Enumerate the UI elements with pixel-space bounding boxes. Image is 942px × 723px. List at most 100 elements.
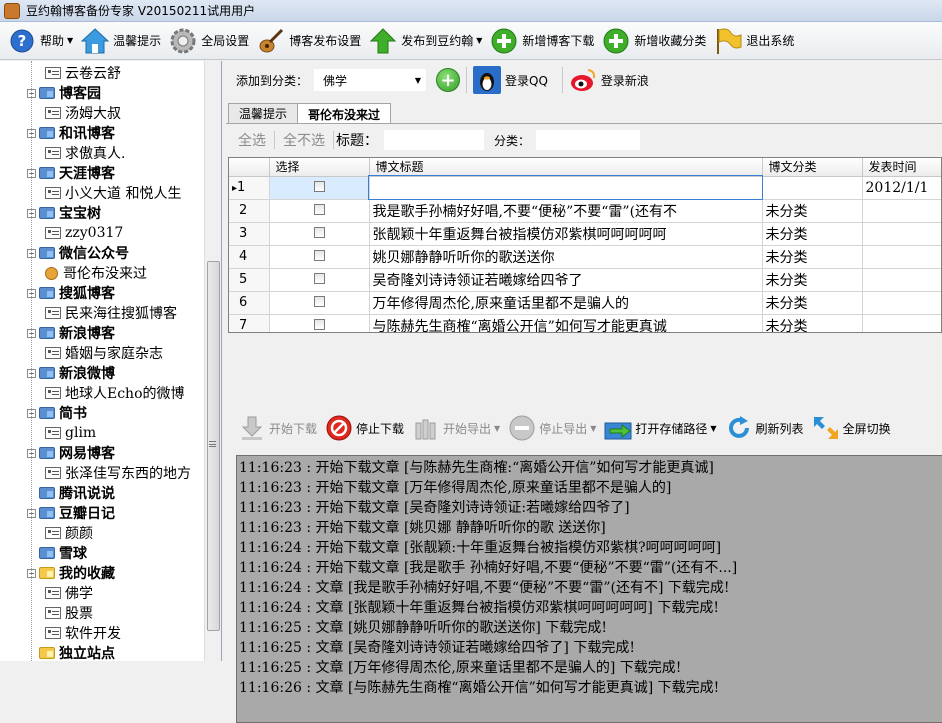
row-select-checkbox[interactable] <box>269 245 370 269</box>
checkbox[interactable] <box>313 180 325 192</box>
row-select-checkbox[interactable] <box>269 314 370 332</box>
article-date-cell[interactable] <box>862 245 941 269</box>
tree-folder[interactable]: − 简书 <box>27 403 87 423</box>
column-header-title[interactable]: 博文标题 <box>369 158 763 177</box>
start-download-button[interactable]: 开始下载 <box>238 414 317 442</box>
table-row[interactable]: ▸1 2012/1/1 <box>229 175 941 200</box>
row-number[interactable]: ▸1 <box>229 176 270 200</box>
article-date-cell[interactable] <box>862 291 941 315</box>
row-select-checkbox[interactable] <box>269 199 370 223</box>
row-select-checkbox[interactable] <box>269 291 370 315</box>
article-date-cell[interactable] <box>862 222 941 246</box>
add-favorite-category-button[interactable]: 新增收藏分类 <box>602 24 706 58</box>
row-number[interactable]: 7 <box>229 314 270 332</box>
qq-login-button[interactable]: 登录QQ <box>473 63 548 97</box>
article-category-cell[interactable] <box>762 176 863 200</box>
tree-folder[interactable]: − 新浪博客 <box>27 323 115 343</box>
tree-folder[interactable]: −雪球 <box>27 543 87 563</box>
article-date-cell[interactable] <box>862 314 941 332</box>
checkbox[interactable] <box>313 295 325 307</box>
article-date-cell[interactable] <box>862 268 941 292</box>
row-select-checkbox[interactable] <box>269 222 370 246</box>
blog-tree-sidebar[interactable]: 云卷云舒 − 博客园 汤姆大叔 − 和讯博客 求傲真人. − 天涯博客 小义大道 和悦人生 − 宝宝树… <box>0 61 222 661</box>
checkbox[interactable] <box>313 318 325 330</box>
tab-columbus[interactable]: 哥伦布没来过 <box>297 103 392 124</box>
article-date-cell[interactable] <box>862 199 941 223</box>
tips-button[interactable]: 温馨提示 <box>81 24 161 58</box>
table-row[interactable]: 3 张靓颖十年重返舞台被指模仿邓紫棋呵呵呵呵呵 未分类 <box>229 222 941 246</box>
tree-leaf[interactable]: 汤姆大叔 <box>45 103 121 123</box>
tree-folder[interactable]: − 搜狐博客 <box>27 283 115 303</box>
article-category-cell[interactable]: 未分类 <box>762 199 863 223</box>
table-row[interactable]: 5 吴奇隆刘诗诗领证若曦嫁给四爷了 未分类 <box>229 268 941 292</box>
refresh-list-button[interactable]: 刷新列表 <box>725 414 804 442</box>
open-storage-path-button[interactable]: 打开存储路径 ▼ <box>604 414 717 442</box>
tree-folder[interactable]: − 天涯博客 <box>27 163 115 183</box>
row-select-checkbox[interactable] <box>269 268 370 292</box>
tree-folder[interactable]: − 网易博客 <box>27 443 115 463</box>
tree-leaf[interactable]: 民来海往搜狐博客 <box>45 303 177 323</box>
tree-leaf[interactable]: 佛学 <box>45 583 93 603</box>
article-date-cell[interactable]: 2012/1/1 <box>862 176 941 200</box>
tree-leaf[interactable]: 股票 <box>45 603 93 623</box>
row-number[interactable]: 4 <box>229 245 270 269</box>
exit-button[interactable]: 退出系统 <box>714 24 794 58</box>
article-category-cell[interactable]: 未分类 <box>762 222 863 246</box>
row-number[interactable]: 2 <box>229 199 270 223</box>
row-select-checkbox[interactable] <box>269 176 370 200</box>
stop-export-button[interactable]: 停止导出 ▼ <box>508 414 596 442</box>
help-button[interactable]: ? 帮助 ▼ <box>8 24 73 58</box>
table-row[interactable]: 7 与陈赫先生商榷“离婚公开信”如何写才能更真诚 未分类 <box>229 314 941 332</box>
tree-leaf[interactable]: 哥伦布没来过 <box>45 263 147 283</box>
category-filter-input[interactable] <box>536 130 641 150</box>
tree-folder[interactable]: − 我的收藏 <box>27 563 115 583</box>
tree-folder[interactable]: − 豆瓣日记 <box>27 503 115 523</box>
table-row[interactable]: 2 我是歌手孙楠好好唱,不要“便秘”不要“雷”(还有不 未分类 <box>229 199 941 223</box>
tree-leaf[interactable]: 小义大道 和悦人生 <box>45 183 181 203</box>
column-header-category[interactable]: 博文分类 <box>762 158 863 177</box>
checkbox[interactable] <box>313 272 325 284</box>
tree-folder[interactable]: − 宝宝树 <box>27 203 101 223</box>
category-select[interactable]: 佛学 ▼ <box>314 69 427 91</box>
tab-tips[interactable]: 温馨提示 <box>228 103 299 123</box>
tree-folder[interactable]: −腾讯说说 <box>27 483 115 503</box>
start-export-button[interactable]: 开始导出 ▼ <box>412 414 500 442</box>
publish-to-doujohn-button[interactable]: 发布到豆约翰 ▼ <box>369 24 482 58</box>
sidebar-scrollbar[interactable] <box>204 61 221 661</box>
stop-download-button[interactable]: 停止下载 <box>325 414 404 442</box>
tree-folder[interactable]: − 微信公众号 <box>27 243 129 263</box>
download-log[interactable]: 11:16:23 : 开始下载文章 [与陈赫先生商榷:“离婚公开信”如何写才能更… <box>236 455 942 723</box>
column-header-date[interactable]: 发表时间 <box>862 158 941 177</box>
tree-folder[interactable]: −独立站点 <box>27 643 115 661</box>
article-category-cell[interactable]: 未分类 <box>762 291 863 315</box>
tree-leaf[interactable]: 云卷云舒 <box>45 63 121 83</box>
article-category-cell[interactable]: 未分类 <box>762 245 863 269</box>
tree-leaf[interactable]: 求傲真人. <box>45 143 125 163</box>
sina-login-button[interactable]: 登录新浪 <box>569 63 649 97</box>
column-header-select[interactable]: 选择 <box>269 158 370 177</box>
tree-leaf[interactable]: 软件开发 <box>45 623 121 643</box>
global-settings-button[interactable]: 全局设置 <box>169 24 249 58</box>
tree-folder[interactable]: − 和讯博客 <box>27 123 115 143</box>
title-filter-input[interactable] <box>384 130 484 150</box>
tree-leaf[interactable]: zzy0317 <box>45 223 123 243</box>
tree-folder[interactable]: − 博客园 <box>27 83 101 103</box>
article-title-cell[interactable]: 吴奇隆刘诗诗领证若曦嫁给四爷了 <box>369 268 763 292</box>
tree-leaf[interactable]: glim <box>45 423 96 443</box>
checkbox[interactable] <box>313 203 325 215</box>
article-title-cell[interactable]: 我是歌手孙楠好好唱,不要“便秘”不要“雷”(还有不 <box>369 199 763 223</box>
article-category-cell[interactable]: 未分类 <box>762 268 863 292</box>
table-row[interactable]: 4 姚贝娜静静听听你的歌送送你 未分类 <box>229 245 941 269</box>
article-title-cell[interactable]: 姚贝娜静静听听你的歌送送你 <box>369 245 763 269</box>
checkbox[interactable] <box>313 249 325 261</box>
row-number[interactable]: 5 <box>229 268 270 292</box>
row-number[interactable]: 3 <box>229 222 270 246</box>
article-grid[interactable]: 选择 博文标题 博文分类 发表时间 ▸1 2012/1/1 2 我是歌手孙楠好好唱,不… <box>228 157 942 333</box>
publish-settings-button[interactable]: 博客发布设置 <box>257 24 361 58</box>
article-category-cell[interactable]: 未分类 <box>762 314 863 332</box>
tree-folder[interactable]: − 新浪微博 <box>27 363 115 383</box>
article-title-cell[interactable] <box>368 175 763 200</box>
article-title-cell[interactable]: 万年修得周杰伦,原来童话里都不是骗人的 <box>369 291 763 315</box>
tree-leaf[interactable]: 地球人Echo的微博 <box>45 383 185 403</box>
select-none-button[interactable]: 全不选 <box>275 130 333 150</box>
